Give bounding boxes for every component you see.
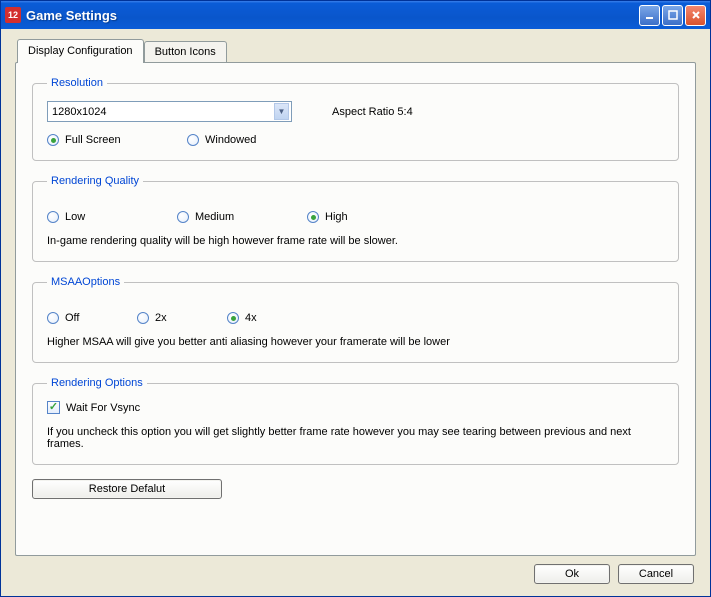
rendering-quality-legend: Rendering Quality [47,175,143,187]
radio-quality-high[interactable]: High [307,211,348,223]
rendering-options-legend: Rendering Options [47,377,147,389]
chevron-down-icon: ▼ [274,103,289,120]
radio-msaa-off-label: Off [65,312,79,324]
radio-msaa-4x-label: 4x [245,312,257,324]
cancel-button[interactable]: Cancel [618,564,694,584]
tab-page-display-configuration: Resolution 1280x1024 ▼ Aspect Ratio 5:4 … [15,62,696,556]
tab-display-configuration[interactable]: Display Configuration [17,39,144,63]
radio-dot-icon [187,134,199,146]
radio-msaa-off[interactable]: Off [47,312,137,324]
radio-msaa-2x[interactable]: 2x [137,312,227,324]
radio-quality-low-label: Low [65,211,85,223]
resolution-legend: Resolution [47,77,107,89]
radio-dot-icon [47,134,59,146]
msaa-legend: MSAAOptions [47,276,124,288]
aspect-ratio-label: Aspect Ratio 5:4 [332,106,413,118]
radio-windowed-label: Windowed [205,134,256,146]
restore-default-button[interactable]: Restore Defalut [32,479,222,499]
radio-dot-icon [137,312,149,324]
radio-dot-icon [177,211,189,223]
msaa-description: Higher MSAA will give you better anti al… [47,336,664,348]
radio-quality-low[interactable]: Low [47,211,177,223]
radio-quality-high-label: High [325,211,348,223]
ok-button[interactable]: Ok [534,564,610,584]
titlebar: 12 Game Settings [1,1,710,29]
close-button[interactable] [685,5,706,26]
radio-msaa-4x[interactable]: 4x [227,312,317,324]
radio-dot-icon [307,211,319,223]
checkmark-icon: ✓ [47,401,60,414]
resolution-group: Resolution 1280x1024 ▼ Aspect Ratio 5:4 … [32,77,679,161]
resolution-dropdown-value: 1280x1024 [52,106,106,118]
client-area: Display Configuration Button Icons Resol… [1,29,710,596]
radio-dot-icon [47,211,59,223]
msaa-group: MSAAOptions Off 2x 4x Higher MSAA [32,276,679,363]
radio-full-screen-label: Full Screen [65,134,121,146]
radio-windowed[interactable]: Windowed [187,134,317,146]
rendering-quality-group: Rendering Quality Low Medium High [32,175,679,262]
radio-dot-icon [47,312,59,324]
radio-quality-medium[interactable]: Medium [177,211,307,223]
checkbox-wait-vsync[interactable]: ✓ Wait For Vsync [47,401,140,414]
tab-strip: Display Configuration Button Icons [17,39,696,62]
radio-dot-icon [227,312,239,324]
resolution-dropdown[interactable]: 1280x1024 ▼ [47,101,292,122]
window-title: Game Settings [26,8,639,23]
window-controls [639,5,706,26]
game-settings-window: 12 Game Settings Display Configuration B… [0,0,711,597]
checkbox-wait-vsync-label: Wait For Vsync [66,402,140,414]
rendering-options-group: Rendering Options ✓ Wait For Vsync If yo… [32,377,679,465]
radio-full-screen[interactable]: Full Screen [47,134,187,146]
rendering-quality-description: In-game rendering quality will be high h… [47,235,664,247]
dialog-footer: Ok Cancel [15,556,696,584]
app-icon: 12 [5,7,21,23]
radio-msaa-2x-label: 2x [155,312,167,324]
rendering-options-description: If you uncheck this option you will get … [47,426,664,450]
tab-button-icons[interactable]: Button Icons [144,41,227,62]
maximize-button[interactable] [662,5,683,26]
minimize-button[interactable] [639,5,660,26]
radio-quality-medium-label: Medium [195,211,234,223]
